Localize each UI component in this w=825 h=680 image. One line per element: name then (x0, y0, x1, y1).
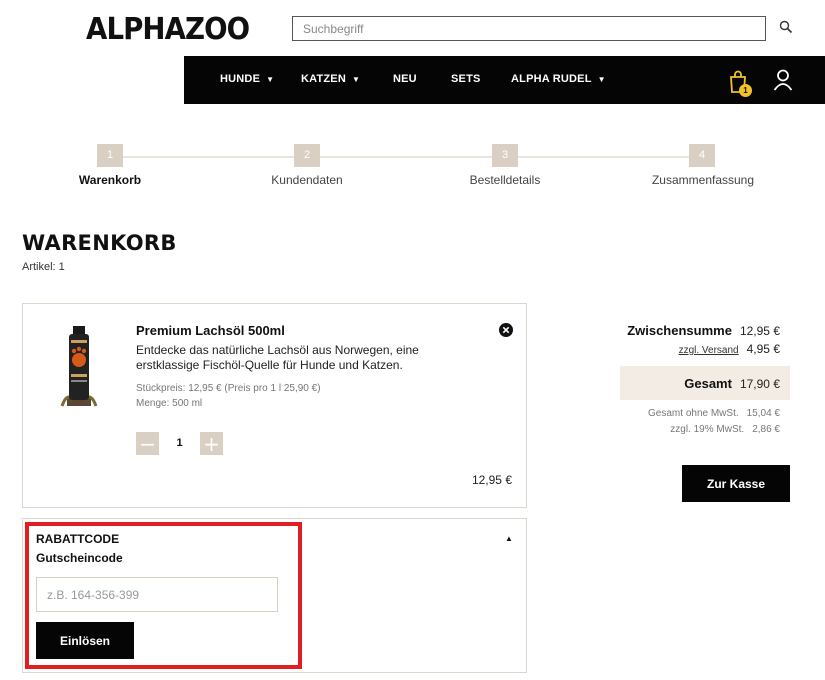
step-1-label: Warenkorb (78, 173, 142, 187)
shipping-row: zzgl. Versand 4,95 € (679, 342, 780, 356)
nav-item-label: HUNDE (220, 73, 261, 85)
shipping-value: 4,95 € (746, 342, 780, 356)
checkout-button[interactable]: Zur Kasse (682, 465, 790, 502)
remove-item-icon[interactable] (499, 323, 513, 337)
search-input[interactable] (292, 16, 766, 41)
nav-item-sets[interactable]: SETS (451, 73, 481, 85)
product-image[interactable] (59, 324, 99, 408)
search-icon[interactable] (779, 20, 793, 34)
nav-item-label: KATZEN (301, 73, 346, 85)
user-account-icon[interactable] (773, 69, 793, 91)
product-name[interactable]: Premium Lachsöl 500ml (136, 323, 285, 338)
subtotal-row: Zwischensumme 12,95 € (627, 323, 780, 338)
step-3-box: 3 (492, 144, 518, 167)
logo[interactable]: ALPHAZOO (86, 12, 250, 47)
subtotal-value: 12,95 € (739, 324, 780, 338)
checkout-progress-line (110, 156, 703, 158)
step-2-label: Kundendaten (271, 173, 343, 187)
product-unit-price: Stückpreis: 12,95 € (Preis pro 1 l 25,90… (136, 383, 321, 394)
product-description: Entdecke das natürliche Lachsöl aus Norw… (136, 343, 419, 372)
product-quantity-info: Menge: 500 ml (136, 398, 203, 409)
caret-down-icon: ▼ (352, 74, 361, 84)
coupon-subtitle: Gutscheincode (36, 551, 123, 565)
net-total-label: Gesamt ohne MwSt. (648, 408, 739, 419)
nav-item-alpha-rudel[interactable]: ALPHA RUDEL ▼ (511, 73, 606, 85)
net-total-value: 15,04 € (746, 408, 780, 419)
step-4-label: Zusammenfassung (651, 173, 755, 187)
total-value: 17,90 € (739, 377, 780, 391)
redeem-button[interactable]: Einlösen (36, 622, 134, 659)
shipping-link[interactable]: zzgl. Versand (679, 345, 739, 356)
nav-item-katzen[interactable]: KATZEN ▼ (301, 73, 360, 85)
nav-item-neu[interactable]: NEU (393, 73, 417, 85)
cart-count-badge: 1 (739, 84, 752, 97)
page-title: WARENKORB (22, 231, 177, 255)
quantity-decrease-button[interactable]: − (136, 432, 159, 455)
vat-label: zzgl. 19% MwSt. (670, 424, 745, 435)
step-1-box: 1 (97, 144, 123, 167)
cart-item: Premium Lachsöl 500ml Entdecke das natür… (22, 303, 527, 508)
quantity-increase-button[interactable]: + (200, 432, 223, 455)
nav-item-label: SETS (451, 73, 481, 85)
step-2-box: 2 (294, 144, 320, 167)
nav-item-label: ALPHA RUDEL (511, 73, 592, 85)
quantity-value[interactable]: 1 (159, 432, 200, 455)
subtotal-label: Zwischensumme (627, 323, 732, 338)
vat-value: 2,86 € (752, 424, 780, 435)
total-row: Gesamt 17,90 € (684, 376, 780, 391)
main-navigation: HUNDE ▼ KATZEN ▼ NEU SETS ALPHA RUDEL ▼ 1 (184, 56, 825, 104)
vat-row: zzgl. 19% MwSt. 2,86 € (670, 424, 780, 435)
coupon-code-input[interactable] (36, 577, 278, 612)
net-total-row: Gesamt ohne MwSt. 15,04 € (648, 408, 780, 419)
caret-down-icon: ▼ (597, 74, 606, 84)
collapse-caret-icon[interactable]: ▲ (505, 534, 513, 543)
nav-item-label: NEU (393, 73, 417, 85)
article-count: Artikel: 1 (22, 261, 65, 273)
item-price: 12,95 € (471, 473, 512, 487)
caret-down-icon: ▼ (266, 74, 275, 84)
nav-item-hunde[interactable]: HUNDE ▼ (220, 73, 274, 85)
total-label: Gesamt (684, 376, 732, 391)
coupon-title[interactable]: RABATTCODE (36, 532, 119, 546)
step-4-box: 4 (689, 144, 715, 167)
step-3-label: Bestelldetails (469, 173, 541, 187)
